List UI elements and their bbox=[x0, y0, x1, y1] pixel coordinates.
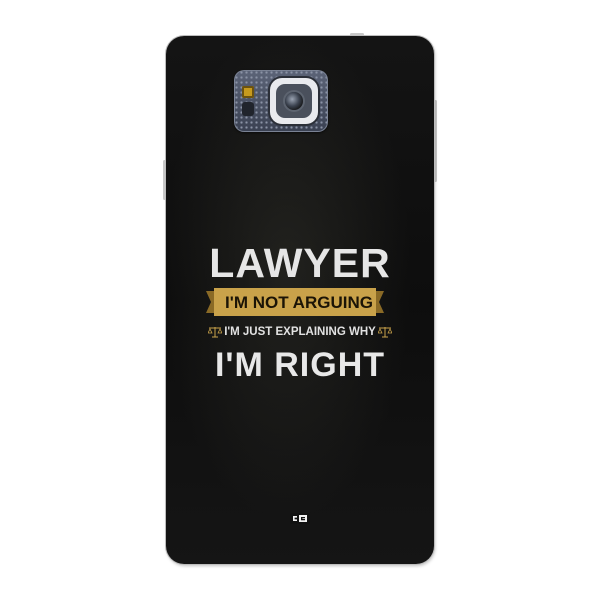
closing-text: I'M RIGHT bbox=[214, 346, 386, 384]
phone-case: LAWYER I'M NOT ARGUING I'M JUST EXPLAINI… bbox=[166, 36, 434, 564]
scale-icon bbox=[378, 327, 392, 338]
sensor-icon bbox=[242, 102, 254, 116]
camera-module bbox=[234, 70, 328, 132]
camera-lens-icon bbox=[270, 78, 318, 124]
banner-text: I'M NOT ARGUING bbox=[225, 293, 373, 312]
banner: I'M NOT ARGUING bbox=[206, 288, 384, 316]
power-button bbox=[434, 100, 437, 182]
brand-logo-icon bbox=[290, 513, 310, 524]
flash-icon bbox=[242, 86, 254, 98]
headline-text: LAWYER bbox=[209, 240, 391, 286]
subline-text: I'M JUST EXPLAINING WHY bbox=[224, 326, 376, 338]
